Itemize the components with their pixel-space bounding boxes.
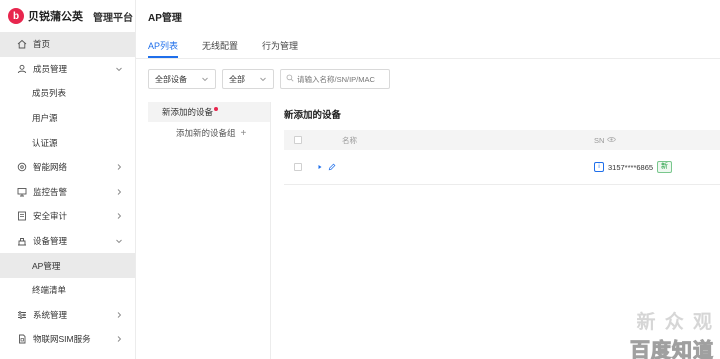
sidebar-nav: 首页 成员管理 成员列表 用户源 认证源 智能网络 监控告警 安全审计 设备管理… (0, 32, 135, 352)
chevron-right-icon (115, 335, 123, 343)
main-content: AP管理 AP列表 无线配置 行为管理 全部设备 全部 新添加的设备 添加新的设… (136, 0, 720, 359)
network-icon (16, 162, 27, 173)
eye-icon[interactable] (604, 136, 617, 145)
watermark-top: 新 众 观 (636, 312, 714, 333)
tab-ap-list[interactable]: AP列表 (148, 36, 179, 58)
sidebar-item-label: 设备管理 (33, 236, 68, 247)
sidebar-item-system-management[interactable]: 系统管理 (0, 303, 135, 328)
group-item-label: 新添加的设备 (162, 107, 214, 117)
column-header-sn-label: SN (594, 135, 605, 145)
sidebar-item-label: 物联网SIM服务 (33, 334, 91, 345)
add-group-label: 添加新的设备组 (176, 128, 236, 138)
watermark: 新 众 观 百度知道 (619, 307, 714, 359)
search-box[interactable] (280, 69, 390, 89)
new-badge: 新 (657, 161, 673, 173)
sidebar-item-security-audit[interactable]: 安全审计 (0, 204, 135, 229)
tabs-divider (136, 58, 720, 59)
column-header-name: 名称 (342, 135, 357, 145)
device-panel-title: 新添加的设备 (284, 110, 342, 121)
chevron-right-icon (115, 212, 123, 220)
page-title: AP管理 (148, 13, 182, 24)
device-filter-value: 全部设备 (155, 74, 187, 84)
tab-bar: AP列表 无线配置 行为管理 (148, 36, 322, 58)
chevron-down-icon (115, 65, 123, 73)
group-item-new-devices[interactable]: 新添加的设备 (148, 102, 270, 122)
sidebar-item-member-list[interactable]: 成员列表 (0, 81, 135, 106)
audit-icon (16, 211, 27, 222)
ap-device-icon: i (594, 162, 604, 172)
user-icon (16, 63, 27, 74)
settings-icon (16, 309, 27, 320)
device-sn: 3157****6865 (608, 162, 654, 172)
sidebar-item-label: 认证源 (32, 137, 58, 148)
home-icon (16, 39, 27, 50)
monitor-icon (16, 186, 27, 197)
sidebar-item-label: 首页 (33, 39, 51, 50)
row-checkbox[interactable] (294, 163, 302, 171)
sidebar-item-label: 成员列表 (32, 88, 67, 99)
device-icon (16, 236, 27, 247)
sidebar-item-home[interactable]: 首页 (0, 32, 135, 57)
device-group-panel: 新添加的设备 添加新的设备组 + (148, 102, 271, 359)
sidebar: b 贝锐蒲公英 管理平台 首页 成员管理 成员列表 用户源 认证源 智能网络 监… (0, 0, 136, 359)
edit-pencil-icon[interactable] (328, 163, 342, 171)
notification-dot (214, 107, 219, 111)
brand[interactable]: b 贝锐蒲公英 管理平台 (0, 0, 135, 32)
plus-icon: + (240, 127, 247, 139)
status-filter-select[interactable]: 全部 (222, 69, 274, 89)
sidebar-item-monitor[interactable]: 监控告警 (0, 180, 135, 205)
status-filter-value: 全部 (229, 74, 245, 84)
sidebar-item-auth-source[interactable]: 认证源 (0, 130, 135, 155)
table-row[interactable]: i 3157****6865 新 (284, 150, 720, 185)
chevron-down-icon (259, 75, 267, 83)
brand-name: 贝锐蒲公英 (28, 11, 83, 23)
sidebar-item-label: 系统管理 (33, 309, 68, 320)
sidebar-item-device-management[interactable]: 设备管理 (0, 229, 135, 254)
table-header: 名称 SN (284, 130, 720, 150)
brand-subtitle: 管理平台 (93, 12, 133, 24)
add-group-button[interactable]: 添加新的设备组 + (148, 122, 270, 144)
sidebar-item-ap-management[interactable]: AP管理 (0, 253, 135, 278)
filter-bar: 全部设备 全部 (148, 69, 390, 89)
device-list-panel: 新添加的设备 名称 SN i 3157****6865 新 (284, 102, 720, 185)
column-header-sn: SN (594, 135, 617, 145)
sidebar-item-label: 用户源 (32, 113, 58, 124)
sidebar-item-label: AP管理 (32, 260, 61, 271)
chevron-right-icon (115, 163, 123, 171)
chevron-down-icon (115, 237, 123, 245)
sidebar-item-iot-sim[interactable]: 物联网SIM服务 (0, 327, 135, 352)
chevron-right-icon (115, 188, 123, 196)
sidebar-item-label: 监控告警 (33, 186, 68, 197)
device-sn-cell: i 3157****6865 新 (594, 161, 673, 173)
watermark-bottom: 百度知道 (630, 340, 714, 359)
sidebar-item-terminal-list[interactable]: 终端清单 (0, 278, 135, 303)
brand-logo-icon: b (8, 8, 24, 24)
tab-wireless-config[interactable]: 无线配置 (202, 36, 238, 58)
expand-caret-icon[interactable] (312, 164, 328, 170)
sidebar-item-label: 成员管理 (33, 63, 68, 74)
device-filter-select[interactable]: 全部设备 (148, 69, 216, 89)
sidebar-item-smart-network[interactable]: 智能网络 (0, 155, 135, 180)
chevron-down-icon (201, 75, 209, 83)
sidebar-item-label: 安全审计 (33, 211, 68, 222)
search-icon (286, 74, 294, 84)
sidebar-item-label: 终端清单 (32, 285, 67, 296)
sidebar-item-members[interactable]: 成员管理 (0, 57, 135, 82)
select-all-checkbox[interactable] (294, 136, 302, 144)
sidebar-item-label: 智能网络 (33, 162, 68, 173)
sim-icon (16, 334, 27, 345)
sidebar-item-user-source[interactable]: 用户源 (0, 106, 135, 131)
search-input[interactable] (297, 74, 387, 84)
tab-behavior-management[interactable]: 行为管理 (262, 36, 298, 58)
chevron-right-icon (115, 311, 123, 319)
